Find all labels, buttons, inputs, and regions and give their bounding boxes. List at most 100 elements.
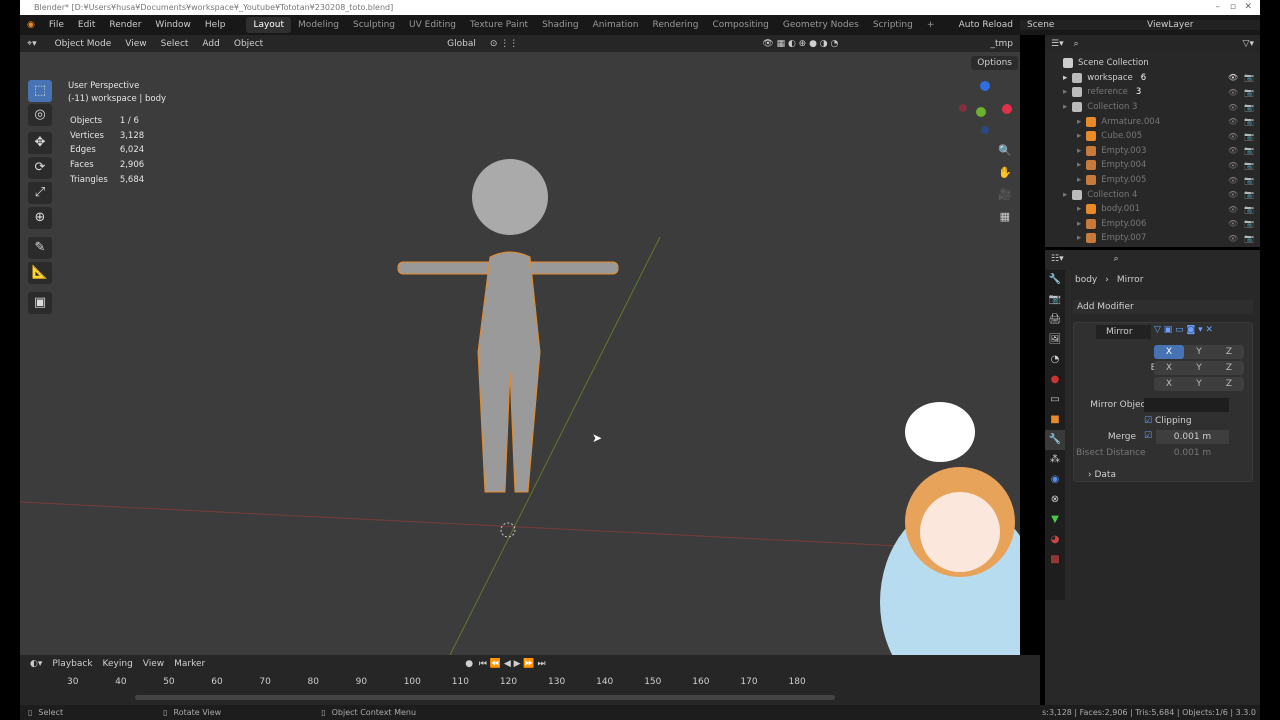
eye-icon[interactable]: 👁 — [1228, 234, 1238, 243]
tab-scripting[interactable]: Scripting — [866, 20, 920, 30]
bisect-z[interactable]: Z — [1214, 361, 1244, 375]
merge-distance-field[interactable]: 0.001 m — [1156, 430, 1229, 444]
outliner-item[interactable]: ▸ Empty.007 👁 📷 — [1063, 231, 1260, 246]
outliner-item[interactable]: ▸ reference 3 👁 📷 — [1063, 85, 1260, 100]
menu-playback[interactable]: Playback — [52, 659, 92, 669]
menu-keying[interactable]: Keying — [103, 659, 133, 669]
data-subpanel[interactable]: › Data — [1088, 470, 1116, 480]
menu-help[interactable]: Help — [198, 20, 233, 30]
expand-arrow-icon[interactable]: ▸ — [1077, 175, 1081, 185]
expand-arrow-icon[interactable]: ▸ — [1077, 117, 1081, 127]
mode-dropdown[interactable]: Object Mode — [48, 39, 119, 49]
eye-icon[interactable]: 👁 — [1228, 161, 1238, 170]
eye-icon[interactable]: 👁 — [1228, 73, 1238, 82]
modifier-name-field[interactable]: Mirror — [1096, 325, 1151, 339]
tool-tab-icon[interactable]: 🔧 — [1045, 270, 1065, 290]
render-tab-icon[interactable]: 📷 — [1045, 290, 1065, 310]
camera-icon[interactable]: 📷 — [1244, 146, 1254, 155]
menu-object[interactable]: Object — [227, 39, 270, 49]
flip-toggle[interactable]: XYZ — [1154, 377, 1244, 391]
tab-compositing[interactable]: Compositing — [705, 20, 775, 30]
clipping-checkbox[interactable]: ☑ Clipping — [1144, 416, 1192, 426]
maximize-button[interactable]: ▫ — [1230, 0, 1236, 15]
expand-arrow-icon[interactable]: ▸ — [1077, 146, 1081, 156]
grid-icon[interactable]: ▦ — [998, 206, 1012, 228]
blender-logo-icon[interactable]: ◉ — [20, 20, 42, 30]
cursor-tool[interactable]: ◎ — [28, 104, 52, 126]
eye-icon[interactable]: 👁 — [1228, 146, 1238, 155]
playback-controls[interactable]: ● ⏮ ⏪ ◀ ▶ ⏩ ⏭ — [465, 659, 545, 669]
viewport-shading-icons[interactable]: 👁 ▦ ◐ ⊕ ● ◑ ◔ — [755, 39, 845, 49]
eye-icon[interactable]: 👁 — [1228, 88, 1238, 97]
expand-arrow-icon[interactable]: ▸ — [1077, 233, 1081, 243]
camera-icon[interactable]: 📷 — [1244, 88, 1254, 97]
axis-z[interactable]: Z — [1214, 345, 1244, 359]
eye-icon[interactable]: 👁 — [1228, 132, 1238, 141]
auto-reload-button[interactable]: Auto Reload — [952, 20, 1020, 30]
particles-tab-icon[interactable]: ⁂ — [1045, 450, 1065, 470]
navigation-gizmo[interactable] — [955, 78, 1015, 138]
camera-icon[interactable]: 📷 — [1244, 190, 1254, 199]
expand-arrow-icon[interactable]: ▸ — [1077, 219, 1081, 229]
eye-icon[interactable]: 👁 — [1228, 205, 1238, 214]
filter-icon[interactable]: ▽▾ — [1243, 39, 1254, 49]
menu-window[interactable]: Window — [148, 20, 198, 30]
menu-select[interactable]: Select — [154, 39, 196, 49]
camera-icon[interactable]: 📷 — [1244, 161, 1254, 170]
annotate-tool[interactable]: ✎ — [28, 237, 52, 259]
editor-type-icon[interactable]: ☷▾ — [1051, 254, 1064, 264]
object-tab-icon[interactable]: ■ — [1045, 410, 1065, 430]
axis-y[interactable]: Y — [1184, 345, 1214, 359]
constraints-tab-icon[interactable]: ⊗ — [1045, 490, 1065, 510]
search-icon[interactable]: ⌕ — [1074, 39, 1079, 49]
camera-icon[interactable]: 📷 — [1244, 176, 1254, 185]
editor-type-icon[interactable]: ◐▾ — [30, 659, 42, 669]
3d-viewport[interactable]: ➤ ⬚ ◎ ✥ ⟳ ⤢ ⊕ ✎ 📐 ▣ User Perspective (-1… — [20, 52, 1020, 655]
camera-icon[interactable]: 📷 — [1244, 117, 1254, 126]
eye-icon[interactable]: 👁 — [1228, 117, 1238, 126]
bisect-toggle[interactable]: XYZ — [1154, 361, 1244, 375]
display-mode-icon[interactable]: ☰▾ — [1051, 39, 1064, 49]
menu-marker[interactable]: Marker — [174, 659, 205, 669]
modifier-visibility-toggles[interactable]: ▽ ▣ ▭ ◙ ▾ ✕ — [1154, 325, 1213, 335]
outliner-item[interactable]: ▸ Collection 4 👁 📷 — [1063, 187, 1260, 202]
camera-icon[interactable]: 📷 — [1244, 132, 1254, 141]
tab-layout[interactable]: Layout — [246, 17, 292, 33]
camera-icon[interactable]: 📷 — [1244, 73, 1254, 82]
tab-texture-paint[interactable]: Texture Paint — [463, 20, 535, 30]
viewlayer-selector[interactable]: ViewLayer — [1140, 20, 1260, 30]
modifier-tab-icon[interactable]: 🔧 — [1045, 430, 1065, 450]
move-tool[interactable]: ✥ — [28, 132, 52, 154]
tab-sculpting[interactable]: Sculpting — [346, 20, 402, 30]
pan-hand-icon[interactable]: ✋ — [998, 162, 1012, 184]
menu-view[interactable]: View — [118, 39, 153, 49]
minimize-button[interactable]: – — [1216, 0, 1221, 15]
expand-arrow-icon[interactable]: ▸ — [1077, 160, 1081, 170]
scene-selector[interactable]: Scene — [1020, 20, 1140, 30]
collection-tab-icon[interactable]: ▭ — [1045, 390, 1065, 410]
menu-file[interactable]: File — [42, 20, 71, 30]
eye-icon[interactable]: 👁 — [1228, 103, 1238, 112]
camera-icon[interactable]: 📷 — [1244, 205, 1254, 214]
editor-type-icon[interactable]: ⌖▾ — [20, 39, 44, 49]
close-button[interactable]: ✕ — [1244, 0, 1252, 15]
scene-tab-icon[interactable]: ◔ — [1045, 350, 1065, 370]
options-dropdown[interactable]: Options — [971, 56, 1018, 70]
merge-checkbox[interactable]: ☑ — [1144, 431, 1152, 441]
outliner-item[interactable]: ▸ Empty.003 👁 📷 — [1063, 144, 1260, 159]
eye-icon[interactable]: 👁 — [1228, 190, 1238, 199]
tab-animation[interactable]: Animation — [586, 20, 646, 30]
expand-arrow-icon[interactable]: ▸ — [1077, 204, 1081, 214]
camera-icon[interactable]: 📷 — [1244, 103, 1254, 112]
output-tab-icon[interactable]: 🖨 — [1045, 310, 1065, 330]
scene-collection[interactable]: Scene Collection — [1063, 56, 1260, 71]
outliner-item[interactable]: ▸ body.001 👁 📷 — [1063, 202, 1260, 217]
outliner-item[interactable]: ▸ Empty.005 👁 📷 — [1063, 173, 1260, 188]
timeline-scrollbar[interactable] — [135, 695, 835, 700]
measure-tool[interactable]: 📐 — [28, 262, 52, 284]
tab-modeling[interactable]: Modeling — [291, 20, 346, 30]
camera-icon[interactable]: 🎥 — [998, 184, 1012, 206]
outliner-item[interactable]: ▸ Empty.004 👁 📷 — [1063, 158, 1260, 173]
data-tab-icon[interactable]: ▼ — [1045, 510, 1065, 530]
outliner-item[interactable]: ▸ Cube.005 👁 📷 — [1063, 129, 1260, 144]
